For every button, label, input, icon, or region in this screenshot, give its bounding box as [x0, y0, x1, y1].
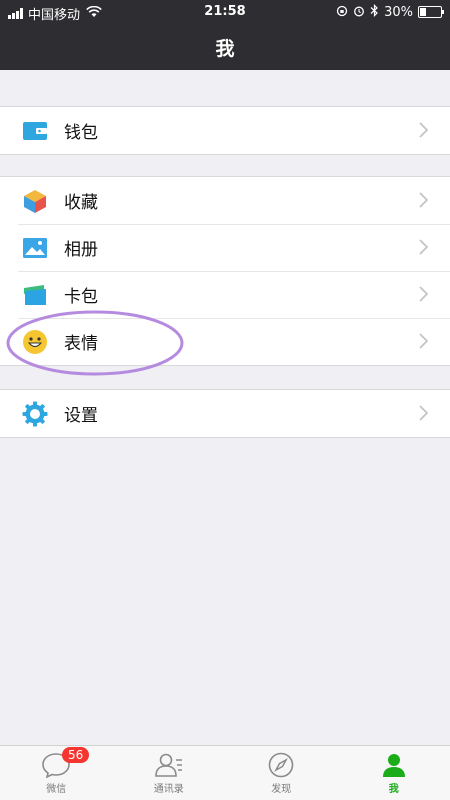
chevron-right-icon — [419, 192, 429, 212]
battery-percent: 30% — [384, 4, 413, 20]
menu-label: 收藏 — [64, 193, 98, 213]
tab-contacts[interactable]: 通讯录 — [113, 746, 226, 800]
tab-label: 通讯录 — [153, 784, 184, 795]
settings-icon — [22, 401, 48, 427]
tab-label: 我 — [388, 784, 399, 795]
menu-item-wallet[interactable]: 钱包 — [0, 107, 450, 154]
chevron-right-icon — [419, 239, 429, 259]
menu-label: 卡包 — [64, 287, 98, 307]
wallet-icon — [22, 118, 48, 144]
alarm-icon — [353, 5, 365, 20]
tab-label: 发现 — [271, 784, 292, 795]
menu-item-album[interactable]: 相册 — [0, 224, 450, 271]
tab-discover[interactable]: 发现 — [225, 746, 338, 800]
page-title: 我 — [215, 38, 235, 60]
card-pack-icon — [22, 282, 48, 308]
menu-label: 相册 — [64, 240, 98, 260]
chevron-right-icon — [419, 122, 429, 142]
bluetooth-icon — [370, 4, 379, 20]
menu-item-favorites[interactable]: 收藏 — [0, 177, 450, 224]
wallet-group: 钱包 — [0, 106, 450, 155]
chevron-right-icon — [419, 405, 429, 425]
highlight-ellipse — [6, 310, 184, 376]
menu-label: 钱包 — [64, 123, 98, 143]
wechat-me-screen: 中国移动 21:58 30% 我 钱包 收藏 相册 卡包 表情 设置 56 微信… — [0, 0, 450, 800]
discover-icon — [268, 752, 294, 778]
contacts-icon — [154, 753, 182, 777]
chevron-right-icon — [419, 333, 429, 353]
unread-badge: 56 — [62, 747, 90, 763]
menu-item-settings[interactable]: 设置 — [0, 390, 450, 437]
settings-group: 设置 — [0, 389, 450, 438]
battery-icon — [418, 6, 444, 18]
battery-fill — [420, 8, 426, 16]
chevron-right-icon — [419, 286, 429, 306]
menu-label: 设置 — [64, 406, 98, 426]
favorites-icon — [22, 188, 48, 214]
tab-bar: 56 微信 通讯录 发现 我 — [0, 745, 450, 800]
status-bar: 中国移动 21:58 30% — [0, 0, 450, 24]
rotation-lock-icon — [336, 5, 348, 20]
tab-label: 微信 — [46, 784, 67, 795]
tab-chats[interactable]: 56 微信 — [0, 746, 113, 800]
album-icon — [22, 235, 48, 261]
tab-me[interactable]: 我 — [338, 746, 450, 800]
me-icon — [382, 754, 405, 777]
top-bar: 中国移动 21:58 30% 我 — [0, 0, 450, 70]
